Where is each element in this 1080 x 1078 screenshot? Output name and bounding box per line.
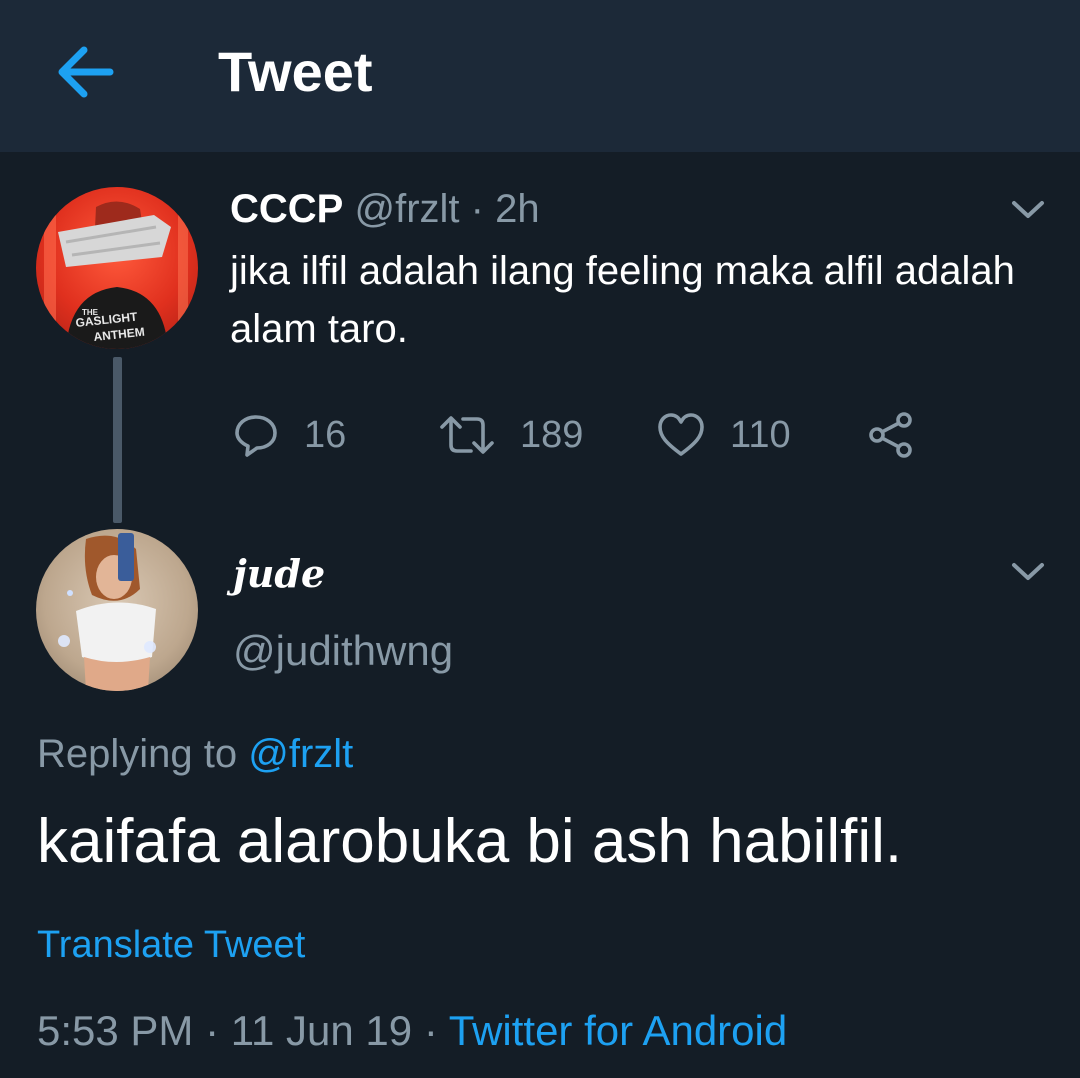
author-display-name[interactable]: CCCP xyxy=(230,187,343,231)
like-button[interactable]: 110 xyxy=(656,408,791,462)
avatar-image: THE GASLIGHT ANTHEM xyxy=(44,201,188,349)
reply-options-button[interactable] xyxy=(1010,560,1046,584)
tweet-body: jika ilfil adalah ilang feeling maka alf… xyxy=(230,249,1015,351)
retweet-button[interactable]: 189 xyxy=(438,408,583,462)
replying-to-label: Replying to xyxy=(37,732,238,776)
chevron-down-icon xyxy=(1012,201,1044,218)
speech-bubble-icon xyxy=(235,415,277,457)
reply-count: 16 xyxy=(304,414,347,456)
author-handle[interactable]: @frzlt xyxy=(354,187,459,231)
avatar-image xyxy=(58,533,156,691)
tweet-source-link[interactable]: Twitter for Android xyxy=(449,1007,787,1054)
dot-separator: · xyxy=(470,187,484,231)
tweet-timestamp: 5:53 PM xyxy=(37,1007,194,1054)
reply-button[interactable]: 16 xyxy=(232,408,346,462)
back-button[interactable] xyxy=(50,40,118,104)
tweet-options-button[interactable] xyxy=(1010,198,1046,222)
top-app-bar: Tweet xyxy=(0,0,1080,152)
dot-separator: · xyxy=(423,1007,438,1054)
dot-separator: · xyxy=(205,1007,220,1054)
heart-icon xyxy=(658,413,704,456)
translate-tweet-link[interactable]: Translate Tweet xyxy=(37,922,305,968)
avatar-cccp[interactable]: THE GASLIGHT ANTHEM xyxy=(36,187,198,349)
arrow-left-icon xyxy=(58,46,114,98)
share-icon xyxy=(869,412,912,458)
thread-connector xyxy=(113,357,122,523)
tweet-date: 11 Jun 19 xyxy=(230,1007,413,1054)
replying-to-handle-link[interactable]: @frzlt xyxy=(248,732,353,776)
avatar-jude[interactable] xyxy=(36,529,198,691)
share-button[interactable] xyxy=(866,408,916,462)
tweet-metadata: 5:53 PM · 11 Jun 19 · Twitter for Androi… xyxy=(37,1006,787,1056)
reply-author-display-name[interactable]: jude xyxy=(233,550,325,598)
tweet-time: 2h xyxy=(495,187,540,231)
reply-body: kaifafa alarobuka bi ash habilfil. xyxy=(37,807,903,876)
like-count: 110 xyxy=(730,414,791,456)
chevron-down-icon xyxy=(1012,563,1044,580)
reply-author-handle[interactable]: @judithwng xyxy=(233,626,453,676)
tweet-detail-screen: Tweet THE GASLIGHT ANTHEM CCCP @frzlt · … xyxy=(0,0,1080,1078)
replying-to-line: Replying to @frzlt xyxy=(37,730,353,778)
retweet-icon xyxy=(440,416,494,454)
retweet-count: 189 xyxy=(520,414,584,456)
page-title: Tweet xyxy=(218,40,373,103)
tweet-author-line: CCCP @frzlt · 2h xyxy=(230,186,540,232)
